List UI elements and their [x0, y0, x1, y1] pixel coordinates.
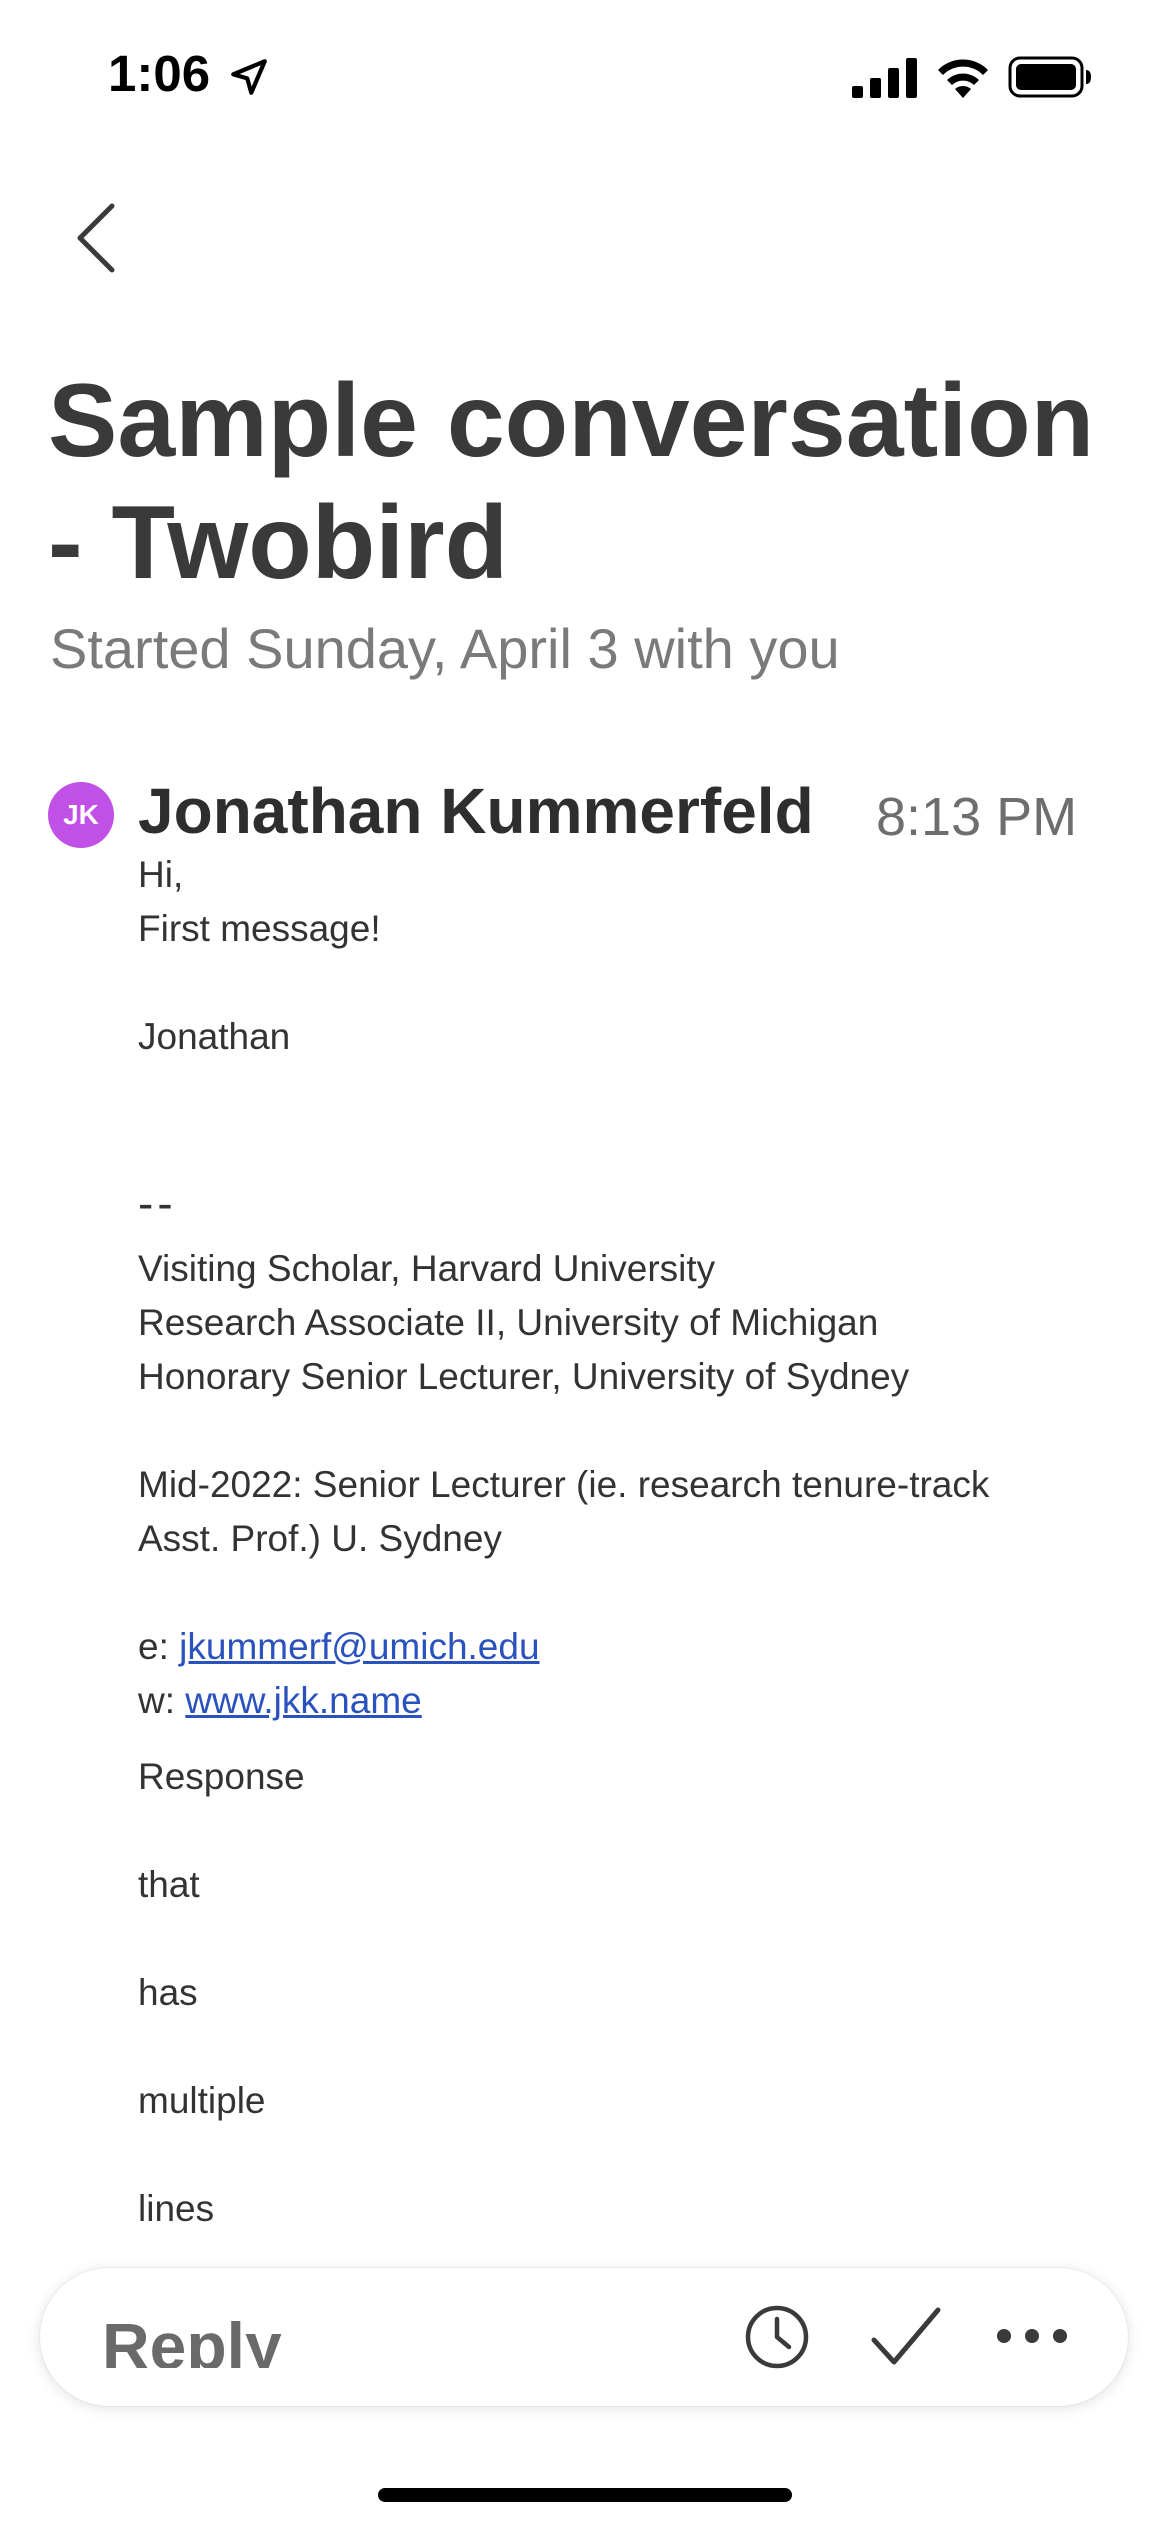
more-button[interactable]: [996, 2320, 1068, 2352]
response-line: that: [138, 1864, 200, 1905]
clock-icon: [745, 2305, 809, 2369]
checkmark-icon: [871, 2307, 941, 2365]
message-signoff: Jonathan: [138, 1016, 291, 1057]
signature-web-row: w: www.jkk.name: [138, 1674, 422, 1728]
location-arrow-icon: [231, 59, 267, 95]
avatar: JK: [48, 782, 114, 848]
response-line: lines: [138, 2188, 215, 2229]
response-line: Response: [138, 1756, 305, 1797]
reply-bar: Reply: [40, 2268, 1128, 2406]
home-indicator: [378, 2488, 792, 2502]
signature-email-row: e: jkummerf@umich.edu: [138, 1620, 540, 1674]
response-line: has: [138, 1972, 198, 2013]
signature-line: Asst. Prof.) U. Sydney: [138, 1518, 502, 1559]
chevron-left-icon: [77, 203, 115, 273]
email-prefix: e:: [138, 1626, 180, 1667]
cellular-signal-icon: [852, 58, 917, 98]
signature-separator: --: [138, 1177, 177, 1229]
response-line: multiple: [138, 2080, 266, 2121]
conversation-subtitle: Started Sunday, April 3 with you: [50, 617, 840, 680]
web-prefix: w:: [138, 1680, 186, 1721]
message-greeting: Hi,: [138, 854, 184, 895]
more-horizontal-icon: [997, 2329, 1067, 2343]
email-link[interactable]: jkummerf@umich.edu: [179, 1626, 539, 1667]
sender-name: Jonathan Kummerfeld: [138, 775, 814, 847]
battery-icon: [1008, 56, 1091, 98]
web-link[interactable]: www.jkk.name: [185, 1680, 421, 1721]
status-time: 1:06: [108, 45, 211, 102]
status-bar: 1:06: [0, 0, 1170, 150]
signature-line: Visiting Scholar, Harvard University: [138, 1248, 716, 1289]
signature-line: Research Associate II, University of Mic…: [138, 1302, 879, 1343]
wifi-icon: [938, 59, 988, 98]
message-time: 8:13 PM: [876, 787, 1078, 847]
snooze-button[interactable]: [744, 2304, 810, 2370]
back-button[interactable]: [64, 198, 134, 278]
done-button[interactable]: [870, 2304, 942, 2370]
message-line: First message!: [138, 908, 381, 949]
signature-line: Honorary Senior Lecturer, University of …: [138, 1356, 910, 1397]
reply-button[interactable]: Reply: [102, 2306, 282, 2368]
page-title: Sample conversation - Twobird: [48, 363, 1095, 601]
signature-line: Mid-2022: Senior Lecturer (ie. research …: [138, 1464, 990, 1505]
